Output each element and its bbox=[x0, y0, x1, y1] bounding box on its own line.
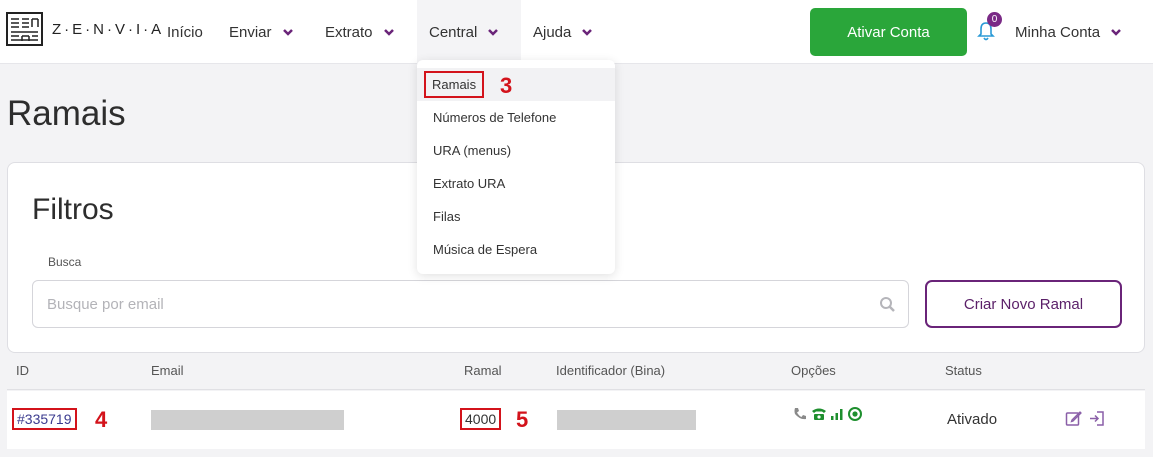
nav-extrato[interactable]: Extrato bbox=[325, 0, 395, 64]
search-field bbox=[32, 280, 909, 328]
table-header: ID Email Ramal Identificador (Bina) Opçõ… bbox=[7, 358, 1145, 390]
chevron-down-icon bbox=[383, 26, 395, 38]
options-icons bbox=[792, 406, 863, 427]
menu-item-label: Música de Espera bbox=[433, 242, 538, 257]
edit-icon[interactable] bbox=[1065, 410, 1082, 432]
menu-item-ura[interactable]: URA (menus) bbox=[417, 134, 615, 167]
signal-bars-icon[interactable] bbox=[830, 407, 844, 426]
menu-item-label: Ramais bbox=[424, 71, 485, 98]
column-header-status: Status bbox=[945, 363, 982, 378]
nav-inicio-label: Início bbox=[167, 23, 203, 41]
login-icon[interactable] bbox=[1088, 410, 1105, 432]
extension-number: 4000 bbox=[460, 408, 502, 430]
menu-item-ramais[interactable]: Ramais bbox=[417, 68, 615, 101]
central-dropdown-menu: Ramais 3 Números de Telefone URA (menus)… bbox=[417, 60, 615, 274]
column-header-id: ID bbox=[16, 363, 29, 378]
filters-title: Filtros bbox=[32, 193, 114, 226]
nav-extrato-label: Extrato bbox=[325, 23, 373, 41]
column-header-options: Opções bbox=[791, 363, 836, 378]
menu-item-label: Filas bbox=[433, 209, 461, 224]
column-header-email: Email bbox=[151, 363, 184, 378]
menu-item-filas[interactable]: Filas bbox=[417, 200, 615, 233]
activate-account-button[interactable]: Ativar Conta bbox=[810, 8, 967, 56]
account-menu[interactable]: Minha Conta bbox=[1015, 0, 1122, 64]
account-label: Minha Conta bbox=[1015, 23, 1101, 41]
status-value: Ativado bbox=[947, 411, 998, 428]
chevron-down-icon bbox=[1110, 26, 1122, 38]
phone-icon[interactable] bbox=[792, 406, 808, 427]
column-header-ramal: Ramal bbox=[464, 363, 502, 378]
desk-phone-icon[interactable] bbox=[811, 406, 827, 427]
chevron-down-icon bbox=[581, 26, 593, 38]
nav-ajuda-label: Ajuda bbox=[533, 23, 572, 41]
chevron-down-icon bbox=[487, 26, 499, 38]
row-actions bbox=[1065, 410, 1105, 432]
nav-central[interactable]: Central bbox=[417, 0, 521, 64]
nav-enviar-label: Enviar bbox=[229, 23, 272, 41]
search-icon[interactable] bbox=[879, 296, 896, 313]
extension-id-link[interactable]: #335719 bbox=[12, 408, 77, 430]
search-label: Busca bbox=[48, 255, 82, 269]
annotation-4: 4 bbox=[95, 407, 108, 432]
nav-inicio[interactable]: Início bbox=[167, 0, 203, 64]
nav-ajuda[interactable]: Ajuda bbox=[533, 0, 593, 64]
search-input[interactable] bbox=[47, 281, 867, 327]
menu-item-musica-espera[interactable]: Música de Espera bbox=[417, 233, 615, 266]
zenvia-logo-icon[interactable] bbox=[6, 12, 43, 46]
top-navbar: Z·E·N·V·I·A Início Enviar Extrato Centra… bbox=[0, 0, 1153, 64]
table-row: #335719 4 4000 5 Ativado bbox=[7, 391, 1145, 449]
column-header-identifier: Identificador (Bina) bbox=[556, 363, 666, 378]
page-title: Ramais bbox=[7, 94, 126, 133]
menu-item-extrato-ura[interactable]: Extrato URA bbox=[417, 167, 615, 200]
menu-item-label: Números de Telefone bbox=[433, 110, 557, 125]
status-dot-icon[interactable] bbox=[847, 406, 863, 427]
annotation-5: 5 bbox=[516, 407, 529, 432]
create-extension-button[interactable]: Criar Novo Ramal bbox=[925, 280, 1122, 328]
annotation-3: 3 bbox=[500, 73, 513, 98]
redacted-email bbox=[151, 410, 344, 430]
nav-enviar[interactable]: Enviar bbox=[229, 0, 294, 64]
nav-central-label: Central bbox=[429, 23, 478, 41]
menu-item-label: URA (menus) bbox=[433, 143, 512, 158]
redacted-identifier bbox=[557, 410, 696, 430]
menu-item-numeros-telefone[interactable]: Números de Telefone bbox=[417, 101, 615, 134]
brand-name: Z·E·N·V·I·A bbox=[52, 21, 165, 38]
chevron-down-icon bbox=[282, 26, 294, 38]
notification-badge: 0 bbox=[987, 12, 1002, 27]
menu-item-label: Extrato URA bbox=[433, 176, 506, 191]
